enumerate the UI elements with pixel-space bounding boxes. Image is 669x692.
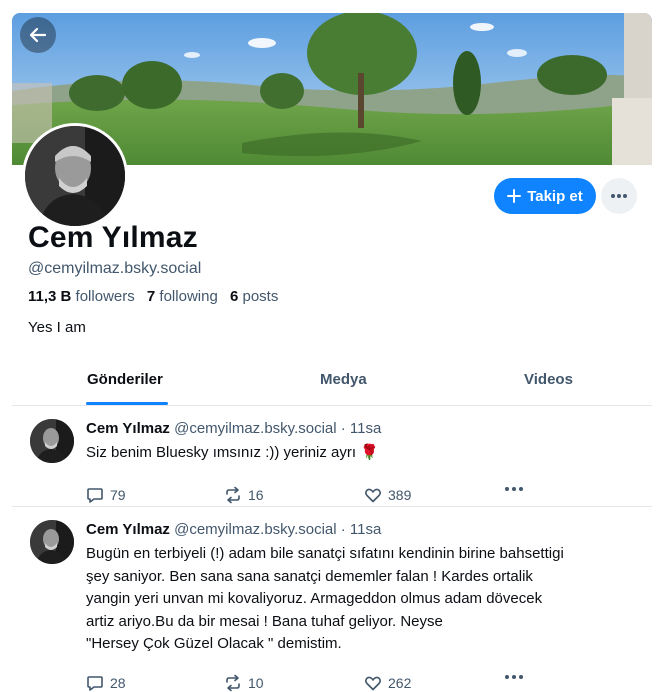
following-link[interactable]: 7 following xyxy=(147,288,218,305)
heart-icon xyxy=(365,676,381,691)
like-count: 389 xyxy=(388,487,412,503)
following-label: following xyxy=(159,288,218,305)
like-button[interactable]: 389 xyxy=(364,486,411,504)
follow-button[interactable]: Takip et xyxy=(494,178,596,214)
tab-media[interactable]: Medya xyxy=(320,371,367,388)
reply-count: 28 xyxy=(110,675,126,691)
like-button[interactable]: 262 xyxy=(364,674,411,692)
post-author-avatar[interactable] xyxy=(30,419,74,463)
repost-icon xyxy=(226,674,240,692)
post-text: Siz benim Bluesky ımsınız :)) yeriniz ay… xyxy=(86,444,379,461)
post-text-line: artiz ariyo.Bu da bir mesai ! Bana tuhaf… xyxy=(86,612,443,630)
avatar-photo-image xyxy=(30,419,74,463)
profile-tabs: Gönderiler Medya Videos xyxy=(12,365,652,406)
post-timestamp[interactable]: · 11sa xyxy=(341,521,382,538)
follow-button-label: Takip et xyxy=(527,187,583,205)
arrow-left-icon xyxy=(29,27,47,43)
tab-posts[interactable]: Gönderiler xyxy=(87,371,163,388)
posts-stat: 6 posts xyxy=(230,288,278,305)
post-author-handle[interactable]: @cemyilmaz.bsky.social xyxy=(174,420,336,437)
post-more-button[interactable] xyxy=(504,674,524,680)
more-options-button[interactable] xyxy=(601,178,637,214)
active-tab-indicator xyxy=(86,402,168,405)
feed-post[interactable]: Cem Yılmaz @cemyilmaz.bsky.social · 11sa… xyxy=(12,406,652,507)
post-more-button[interactable] xyxy=(504,486,524,492)
post-timestamp[interactable]: · 11sa xyxy=(341,420,382,437)
post-text-line: Bugün en terbiyeli (!) adam bile sanatçi… xyxy=(86,545,564,562)
profile-display-name: Cem Yılmaz xyxy=(28,221,198,254)
ellipsis-icon xyxy=(505,675,523,679)
heart-icon xyxy=(365,488,381,503)
profile-avatar[interactable] xyxy=(22,123,128,229)
repost-count: 16 xyxy=(248,487,264,503)
reply-button[interactable]: 28 xyxy=(86,674,126,692)
post-author-name[interactable]: Cem Yılmaz xyxy=(86,420,170,437)
feed-post[interactable]: Cem Yılmaz @cemyilmaz.bsky.social · 11sa… xyxy=(12,507,652,692)
reply-count: 79 xyxy=(110,487,126,503)
post-text-line: "Hersey Çok Güzel Olacak " demistim. xyxy=(86,635,342,652)
ellipsis-icon xyxy=(505,487,523,491)
profile-bio: Yes I am xyxy=(28,319,86,336)
post-author-avatar[interactable] xyxy=(30,520,74,564)
profile-page: Takip et Cem Yılmaz @cemyilmaz.bsky.soci… xyxy=(12,13,652,692)
followers-link[interactable]: 11,3 B followers xyxy=(28,288,135,305)
posts-count: 6 xyxy=(229,288,239,305)
plus-icon xyxy=(507,189,522,203)
repost-icon xyxy=(226,486,240,504)
profile-stats: 11,3 B followers 7 following 6 posts xyxy=(28,288,278,305)
repost-button[interactable]: 10 xyxy=(224,674,264,692)
post-author-name[interactable]: Cem Yılmaz xyxy=(86,521,170,538)
followers-label: followers xyxy=(75,288,135,305)
post-text-line: şey saniyor. Ben sana sana sanatçi demem… xyxy=(86,567,533,585)
ellipsis-icon xyxy=(611,194,627,198)
post-text-line: yangin yeri unvan mi kovaliyoruz. Armage… xyxy=(86,590,543,607)
comment-icon xyxy=(87,488,103,503)
back-button[interactable] xyxy=(20,17,56,53)
reply-button[interactable]: 79 xyxy=(86,486,126,504)
post-header: Cem Yılmaz @cemyilmaz.bsky.social · 11sa xyxy=(86,420,381,437)
following-count: 7 xyxy=(146,288,156,305)
avatar-photo-image xyxy=(30,520,74,564)
avatar-photo-image xyxy=(25,126,125,226)
followers-count: 11,3 B xyxy=(28,288,72,305)
post-header: Cem Yılmaz @cemyilmaz.bsky.social · 11sa xyxy=(86,521,381,538)
like-count: 262 xyxy=(388,675,412,691)
profile-handle: @cemyilmaz.bsky.social xyxy=(28,260,202,277)
posts-label: posts xyxy=(242,288,279,305)
post-author-handle[interactable]: @cemyilmaz.bsky.social xyxy=(174,521,336,538)
comment-icon xyxy=(87,676,103,691)
repost-count: 10 xyxy=(248,675,264,691)
tab-videos[interactable]: Videos xyxy=(524,371,573,388)
repost-button[interactable]: 16 xyxy=(224,486,264,504)
post-text: Bugün en terbiyeli (!) adam bile sanatçi… xyxy=(86,543,646,656)
